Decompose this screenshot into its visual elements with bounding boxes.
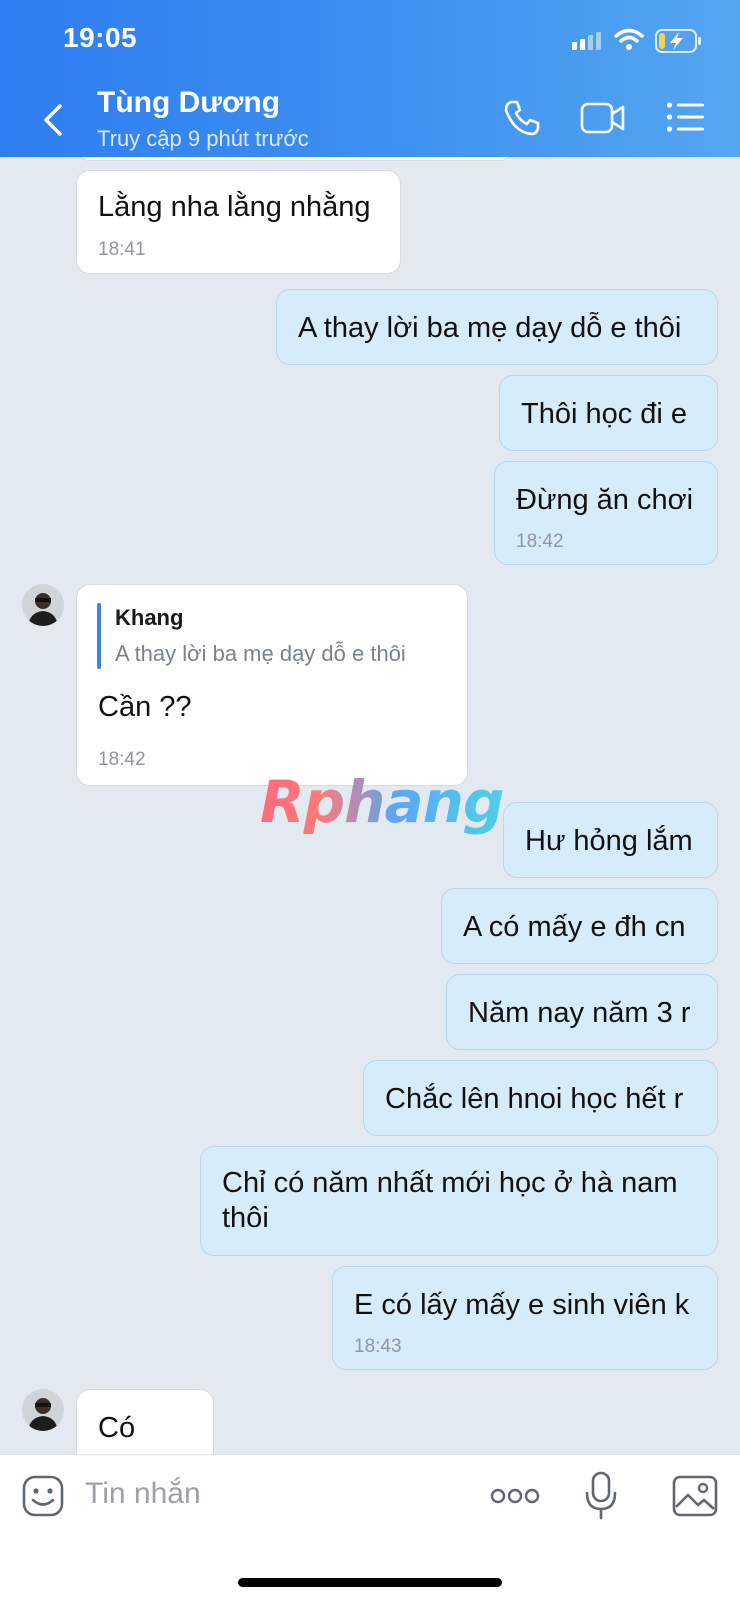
watermark-logo: Rphang	[260, 768, 504, 836]
video-icon[interactable]	[580, 100, 626, 136]
image-icon[interactable]	[672, 1475, 718, 1517]
message-text: Lằng nha lằng nhằng	[98, 191, 371, 223]
chat-header: 19:05 Tùng Dương Truy cập 9 phút trước	[0, 0, 740, 157]
message-bubble-outgoing[interactable]: Thôi học đi e	[499, 375, 718, 451]
battery-icon	[655, 29, 701, 53]
avatar[interactable]	[22, 584, 64, 626]
message-text: Đừng ăn chơi	[516, 484, 694, 516]
last-seen-status: Truy cập 9 phút trước	[97, 126, 309, 151]
message-bubble-outgoing[interactable]: A có mấy e đh cn	[441, 888, 718, 964]
reply-quote-name: Khang	[115, 605, 184, 630]
message-bubble-outgoing[interactable]: Chỉ có năm nhất mới học ở hà nam thôi	[200, 1146, 718, 1256]
reply-quote-text: A thay lời ba mẹ dạy dỗ e thôi	[115, 641, 406, 666]
avatar-photo	[22, 584, 64, 626]
message-bubble-partial[interactable]	[76, 157, 514, 161]
message-bubble-outgoing[interactable]: Chắc lên hnoi học hết r	[363, 1060, 718, 1136]
message-text: A có mấy e đh cn	[463, 911, 686, 943]
status-time: 19:05	[63, 22, 138, 53]
message-bubble-outgoing[interactable]: E có lấy mấy e sinh viên k 18:43	[332, 1266, 718, 1370]
message-text-line: thôi	[222, 1202, 269, 1234]
message-text: Cần ??	[98, 691, 192, 723]
microphone-icon[interactable]	[584, 1471, 618, 1521]
message-text: Thôi học đi e	[521, 398, 688, 430]
avatar[interactable]	[22, 1389, 64, 1431]
message-bubble-incoming-reply[interactable]: Khang A thay lời ba mẹ dạy dỗ e thôi Cần…	[76, 584, 468, 786]
message-text: Chắc lên hnoi học hết r	[385, 1083, 684, 1115]
message-bubble-incoming[interactable]: Lằng nha lằng nhằng 18:41	[76, 170, 401, 274]
message-time: 18:42	[98, 749, 146, 770]
message-time: 18:41	[98, 239, 146, 260]
cellular-signal-icon	[572, 32, 601, 50]
message-bubble-outgoing[interactable]: A thay lời ba mẹ dạy dỗ e thôi	[276, 289, 718, 365]
message-text-line: Chỉ có năm nhất mới học ở hà nam	[222, 1167, 678, 1199]
message-text: Năm nay năm 3 r	[468, 997, 691, 1029]
message-time: 18:42	[516, 531, 564, 552]
more-icon[interactable]	[490, 1487, 540, 1505]
reply-quote-bar	[97, 603, 101, 669]
message-bubble-incoming[interactable]: Có	[76, 1389, 214, 1454]
message-text: Hư hỏng lắm	[525, 825, 693, 857]
message-input[interactable]: Tin nhắn	[85, 1477, 201, 1511]
message-bubble-outgoing[interactable]: Hư hỏng lắm	[503, 802, 718, 878]
message-bubble-outgoing[interactable]: Năm nay năm 3 r	[446, 974, 718, 1050]
phone-icon[interactable]	[502, 98, 542, 138]
message-text: E có lấy mấy e sinh viên k	[354, 1289, 690, 1321]
message-bubble-outgoing[interactable]: Đừng ăn chơi 18:42	[494, 461, 718, 565]
wifi-icon	[614, 28, 644, 50]
home-indicator[interactable]	[238, 1578, 502, 1587]
sticker-icon[interactable]	[22, 1475, 64, 1517]
message-time: 18:43	[354, 1336, 402, 1357]
menu-list-icon[interactable]	[666, 100, 706, 134]
avatar-photo	[22, 1389, 64, 1431]
back-icon[interactable]	[38, 100, 68, 140]
contact-name[interactable]: Tùng Dương	[97, 86, 280, 120]
message-text: A thay lời ba mẹ dạy dỗ e thôi	[298, 312, 682, 344]
message-text: Có	[98, 1412, 136, 1444]
